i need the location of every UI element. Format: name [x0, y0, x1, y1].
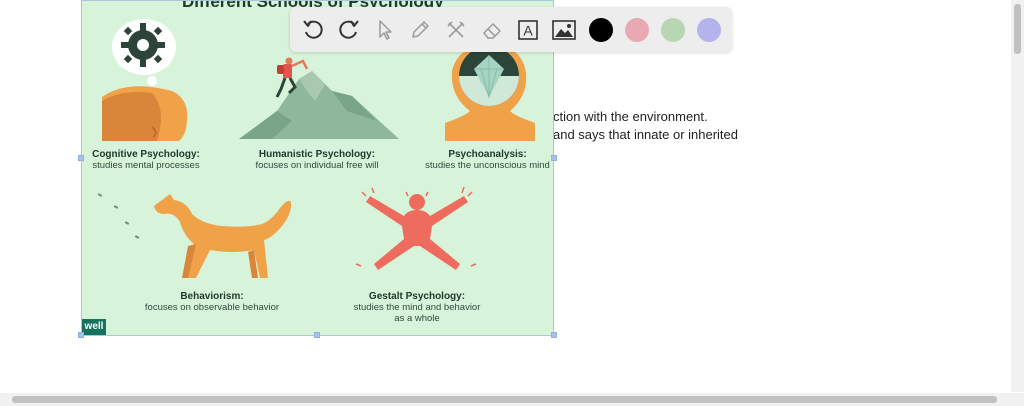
tools-icon[interactable] — [443, 17, 469, 43]
resize-handle[interactable] — [314, 332, 320, 338]
color-swatch-black[interactable] — [589, 18, 613, 42]
psychoanalysis-caption: Psychoanalysis: studies the unconscious … — [415, 149, 553, 171]
image-icon[interactable] — [551, 17, 577, 43]
caption-subtitle: studies the unconscious mind — [425, 160, 550, 171]
caption-subtitle: focuses on observable behavior — [144, 302, 280, 313]
mountain-climber-illustration — [239, 57, 399, 139]
jumping-figure-illustration — [355, 186, 477, 270]
resize-handle[interactable] — [551, 332, 557, 338]
resize-handle[interactable] — [551, 155, 557, 161]
behaviorism-caption: Behaviorism: focuses on observable behav… — [132, 291, 292, 313]
caption-title: Behaviorism: — [180, 291, 244, 302]
document-text-line: ction with the environment. — [553, 109, 708, 124]
brain-gear-illustration — [102, 19, 188, 141]
humanistic-caption: Humanistic Psychology: focuses on indivi… — [242, 149, 392, 171]
scrollbar-thumb[interactable] — [12, 396, 997, 403]
caption-subtitle: as a whole — [394, 313, 440, 324]
caption-title: Psychoanalysis: — [448, 149, 527, 160]
document-text-line: and says that innate or inherited — [553, 127, 739, 142]
undo-icon[interactable] — [300, 17, 326, 43]
text-icon[interactable]: A — [515, 17, 541, 43]
text-icon-glyph: A — [523, 23, 533, 39]
vertical-scrollbar[interactable] — [1011, 0, 1024, 392]
dog-illustration — [97, 193, 292, 278]
eraser-icon[interactable] — [479, 17, 505, 43]
gestalt-caption: Gestalt Psychology: studies the mind and… — [337, 291, 497, 324]
color-swatch-lavender[interactable] — [697, 18, 721, 42]
caption-subtitle: studies mental processes — [92, 160, 200, 171]
pointer-icon[interactable] — [372, 17, 398, 43]
horizontal-scrollbar[interactable] — [0, 393, 1024, 406]
caption-subtitle: studies the mind and behavior — [353, 302, 481, 313]
scrollbar-thumb[interactable] — [1014, 4, 1021, 54]
color-swatch-pink[interactable] — [625, 18, 649, 42]
caption-title: Gestalt Psychology: — [368, 291, 466, 302]
brand-logo: well — [82, 319, 106, 335]
color-swatch-green[interactable] — [661, 18, 685, 42]
caption-title: Cognitive Psychology: — [92, 149, 200, 160]
redo-icon[interactable] — [336, 17, 362, 43]
resize-handle[interactable] — [78, 332, 84, 338]
caption-subtitle: focuses on individual free will — [255, 160, 379, 171]
resize-handle[interactable] — [78, 155, 84, 161]
pen-icon[interactable] — [407, 17, 433, 43]
caption-title: Humanistic Psychology: — [258, 149, 376, 160]
cognitive-caption: Cognitive Psychology: studies mental pro… — [86, 149, 206, 171]
annotation-toolbar: A — [290, 7, 732, 52]
head-diamond-illustration — [445, 45, 535, 141]
